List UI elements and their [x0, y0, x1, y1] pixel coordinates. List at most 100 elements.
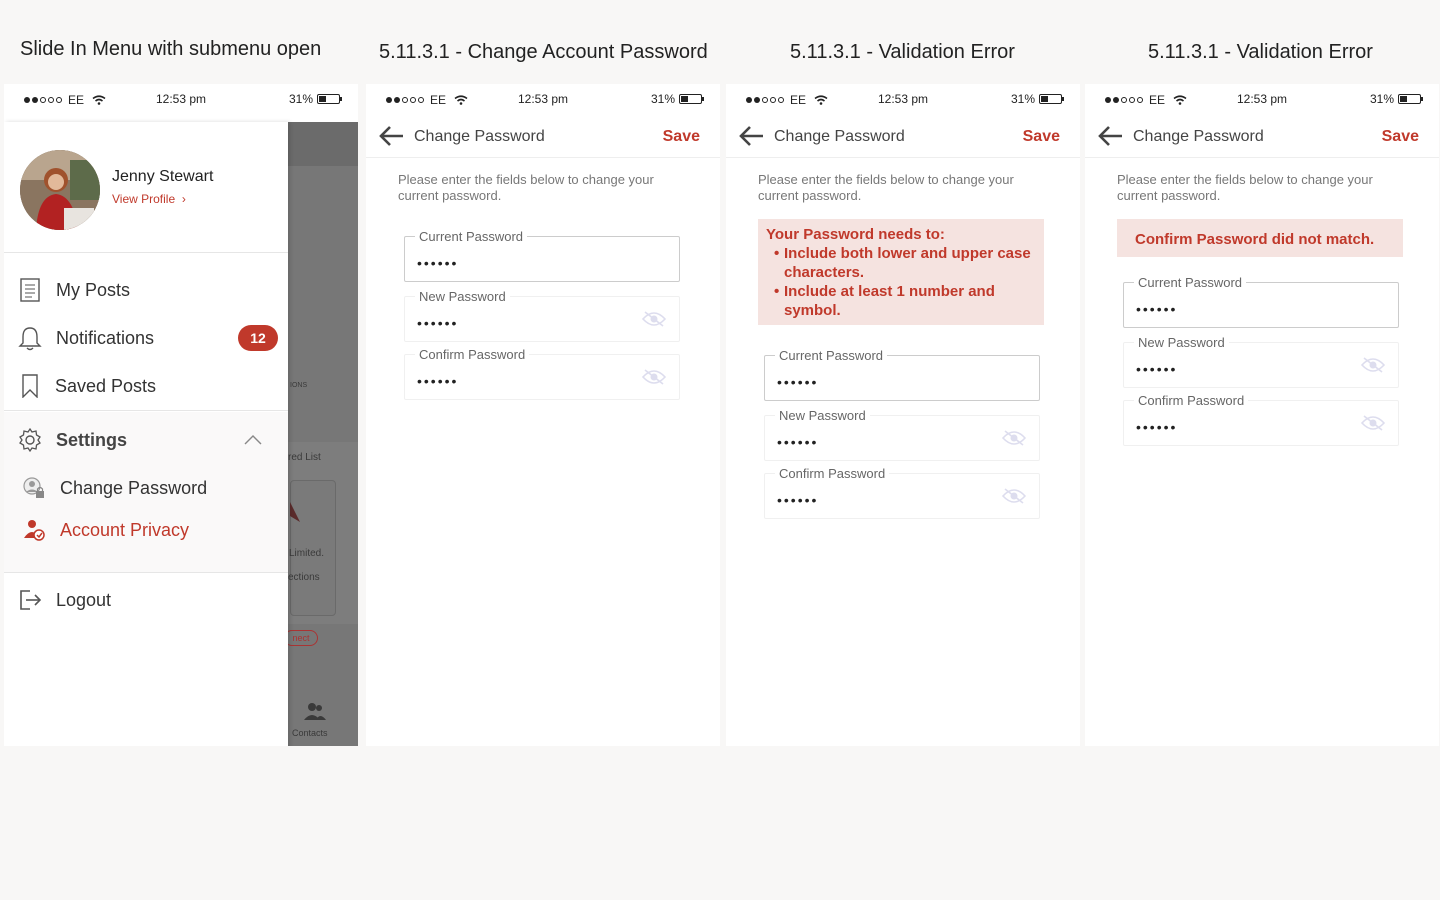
page-title: Change Password — [1133, 128, 1264, 145]
field-value: •••••• — [777, 374, 819, 390]
battery-percent: 31% — [1010, 92, 1035, 106]
menu-item-label: Saved Posts — [55, 375, 157, 396]
bg-connect-button: nect — [284, 630, 318, 646]
chevron-up-icon[interactable] — [244, 434, 262, 446]
status-bar: EE 12:53 pm 31% — [4, 84, 358, 114]
menu-item-notifications[interactable]: Notifications 12 — [16, 320, 278, 356]
gear-icon — [16, 426, 44, 454]
confirm-password-field[interactable]: Confirm Password •••••• — [1123, 393, 1399, 446]
new-password-field[interactable]: New Password •••••• — [764, 408, 1040, 461]
submenu-item-change-password[interactable]: Change Password — [20, 470, 282, 506]
bg-text-sections: ections — [288, 572, 320, 583]
new-password-field[interactable]: New Password •••••• — [1123, 335, 1399, 388]
submenu-item-account-privacy[interactable]: Account Privacy — [20, 512, 282, 548]
save-button[interactable]: Save — [1023, 128, 1060, 146]
document-icon — [16, 276, 44, 304]
password-rules-error: Your Password needs to: Include both low… — [758, 219, 1044, 325]
menu-item-label: Notifications — [56, 327, 155, 348]
back-arrow-icon[interactable] — [1097, 125, 1123, 147]
bookmark-icon — [16, 372, 44, 400]
battery-percent: 31% — [650, 92, 675, 106]
slide-in-menu: Jenny Stewart View Profile › My Posts No… — [4, 122, 288, 746]
battery-icon — [317, 94, 342, 104]
menu-item-label: Settings — [56, 429, 128, 450]
current-password-field[interactable]: Current Password •••••• — [1123, 275, 1399, 328]
field-value: •••••• — [417, 255, 459, 271]
notifications-badge: 12 — [238, 325, 278, 351]
battery-percent: 31% — [1369, 92, 1394, 106]
confirm-password-field[interactable]: Confirm Password •••••• — [404, 347, 680, 400]
bg-text-list: red List — [288, 452, 321, 463]
submenu-item-label: Account Privacy — [60, 519, 190, 540]
phone-validation-error-rules: EE 12:53 pm 31% Change Password Save Ple… — [726, 84, 1080, 746]
caption-validation-error-2: 5.11.3.1 - Validation Error — [1148, 41, 1373, 63]
intro-text: Please enter the fields below to change … — [1117, 172, 1373, 203]
back-arrow-icon[interactable] — [738, 125, 764, 147]
field-label: Confirm Password — [415, 347, 530, 362]
save-button[interactable]: Save — [663, 128, 700, 146]
confirm-password-field[interactable]: Confirm Password •••••• — [764, 466, 1040, 519]
field-label: Current Password — [1134, 275, 1247, 290]
menu-item-my-posts[interactable]: My Posts — [16, 272, 278, 308]
save-button[interactable]: Save — [1382, 128, 1419, 146]
status-bar: EE 12:53 pm 31% — [366, 84, 720, 114]
dimmed-background[interactable]: IONS red List Limited. ections nect Cont… — [284, 122, 358, 746]
status-bar: EE 12:53 pm 31% — [726, 84, 1080, 114]
field-value: •••••• — [1136, 361, 1178, 377]
phone-menu: EE 12:53 pm 31% IONS red List Limited. e… — [4, 84, 358, 746]
password-mismatch-error: Confirm Password did not match. — [1117, 219, 1403, 257]
page-title: Change Password — [774, 128, 905, 145]
avatar[interactable] — [20, 150, 100, 230]
bell-icon — [16, 324, 44, 352]
menu-item-label: My Posts — [56, 279, 131, 300]
bg-logo-icon — [290, 502, 300, 522]
privacy-icon — [20, 516, 48, 544]
current-password-field[interactable]: Current Password •••••• — [764, 348, 1040, 401]
error-message: Confirm Password did not match. — [1135, 231, 1375, 248]
current-password-field[interactable]: Current Password •••••• — [404, 229, 680, 282]
back-arrow-icon[interactable] — [378, 125, 404, 147]
logout-icon — [16, 586, 44, 614]
battery-icon — [679, 94, 704, 104]
eye-slash-icon[interactable] — [641, 310, 667, 328]
field-label: Current Password — [415, 229, 528, 244]
submenu-item-label: Change Password — [60, 477, 208, 498]
eye-slash-icon[interactable] — [1001, 429, 1027, 447]
app-bar: Change Password Save — [726, 114, 1080, 158]
error-rule: Include at least 1 number and symbol. — [766, 282, 1036, 320]
eye-slash-icon[interactable] — [1001, 487, 1027, 505]
error-heading: Your Password needs to: — [766, 226, 945, 243]
eye-slash-icon[interactable] — [641, 368, 667, 386]
bg-text-contacts: Contacts — [292, 728, 328, 738]
view-profile-link[interactable]: View Profile › — [112, 192, 186, 206]
menu-item-saved-posts[interactable]: Saved Posts — [16, 368, 278, 404]
caption-menu: Slide In Menu with submenu open — [20, 38, 322, 60]
profile-photo-icon — [20, 150, 100, 230]
caption-validation-error-1: 5.11.3.1 - Validation Error — [790, 41, 1015, 63]
new-password-field[interactable]: New Password •••••• — [404, 289, 680, 342]
eye-slash-icon[interactable] — [1360, 356, 1386, 374]
intro-text: Please enter the fields below to change … — [398, 172, 654, 203]
eye-slash-icon[interactable] — [1360, 414, 1386, 432]
user-name: Jenny Stewart — [112, 168, 214, 185]
view-profile-label: View Profile — [112, 192, 176, 206]
field-label: New Password — [775, 408, 870, 423]
battery-icon — [1039, 94, 1064, 104]
field-value: •••••• — [1136, 419, 1178, 435]
app-bar: Change Password Save — [1085, 114, 1439, 158]
caption-change-password: 5.11.3.1 - Change Account Password — [379, 41, 708, 63]
bg-text-ions: IONS — [290, 382, 308, 389]
menu-item-logout[interactable]: Logout — [16, 582, 278, 618]
divider — [4, 252, 288, 253]
field-label: Confirm Password — [1134, 393, 1249, 408]
menu-item-label: Logout — [56, 589, 112, 610]
menu-item-settings[interactable]: Settings — [16, 422, 278, 458]
field-label: New Password — [415, 289, 510, 304]
contacts-icon — [304, 703, 326, 720]
field-value: •••••• — [777, 492, 819, 508]
field-value: •••••• — [777, 434, 819, 450]
chevron-right-icon: › — [181, 192, 186, 206]
intro-text: Please enter the fields below to change … — [758, 172, 1014, 203]
field-label: Current Password — [775, 348, 888, 363]
page-title: Change Password — [414, 128, 545, 145]
